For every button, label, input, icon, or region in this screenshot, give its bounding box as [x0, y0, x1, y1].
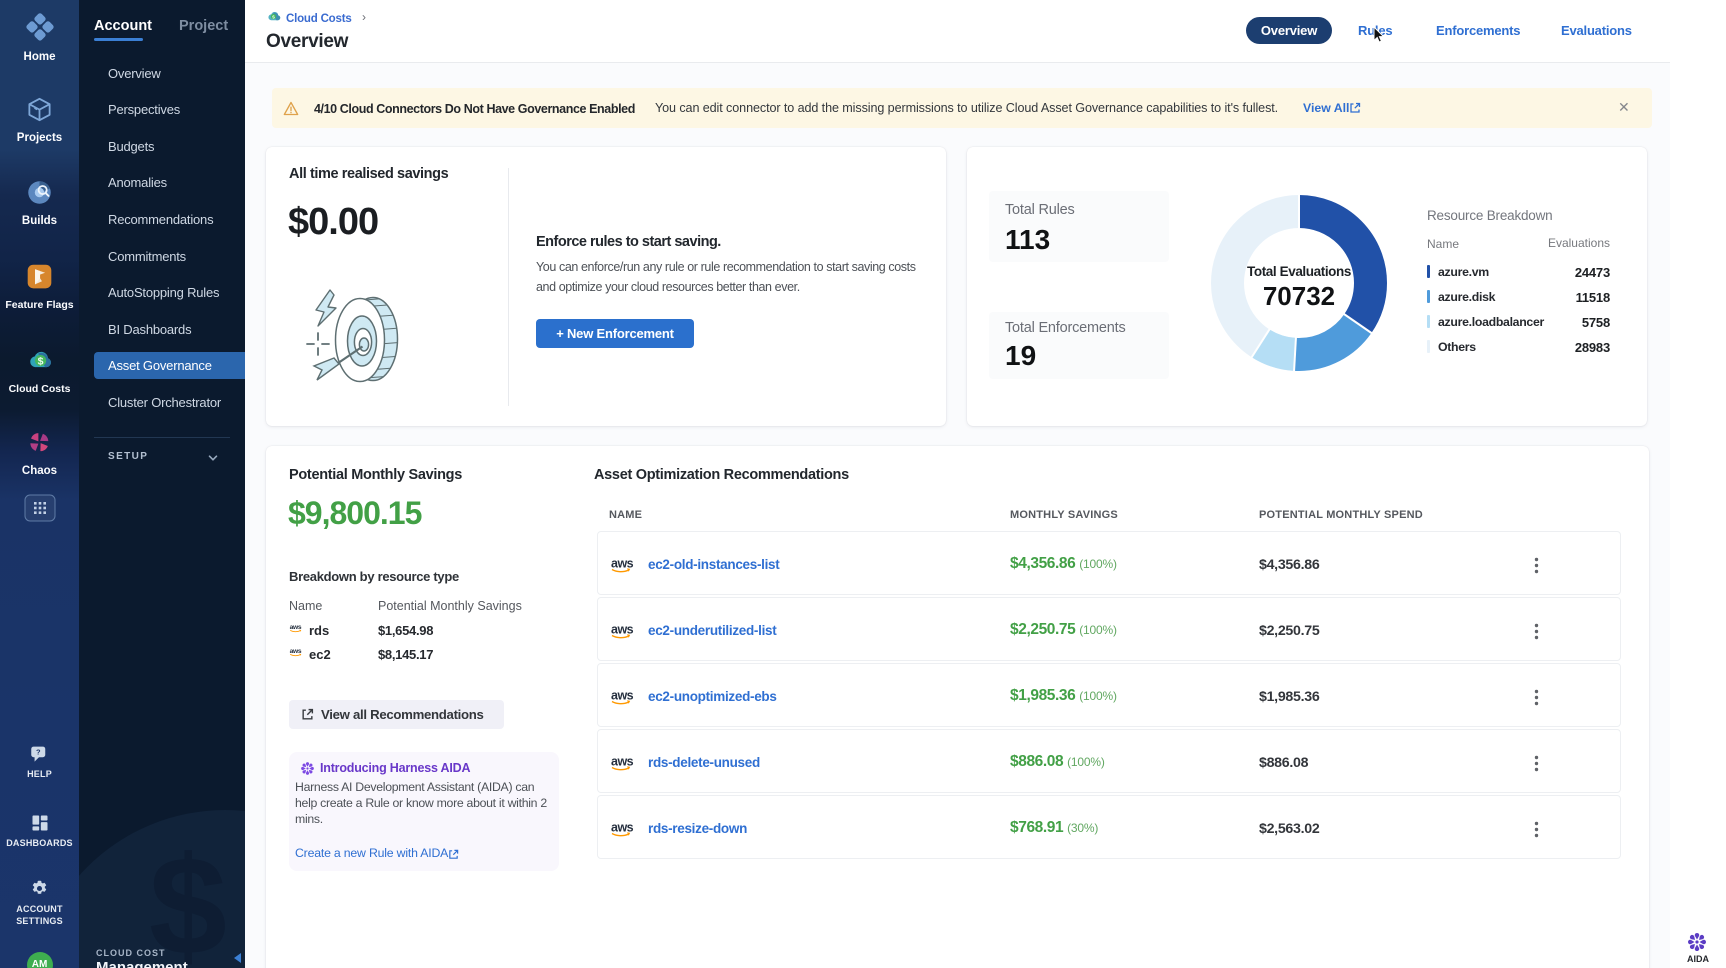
svg-text:$: $: [272, 14, 275, 20]
svg-text:aws: aws: [611, 557, 634, 571]
svg-text:?: ?: [36, 748, 41, 757]
svg-text:aws: aws: [611, 755, 634, 769]
svg-text:aws: aws: [611, 821, 634, 835]
svg-text:aws: aws: [611, 689, 634, 703]
svg-text:$: $: [37, 356, 43, 368]
svg-text:aws: aws: [611, 623, 634, 637]
